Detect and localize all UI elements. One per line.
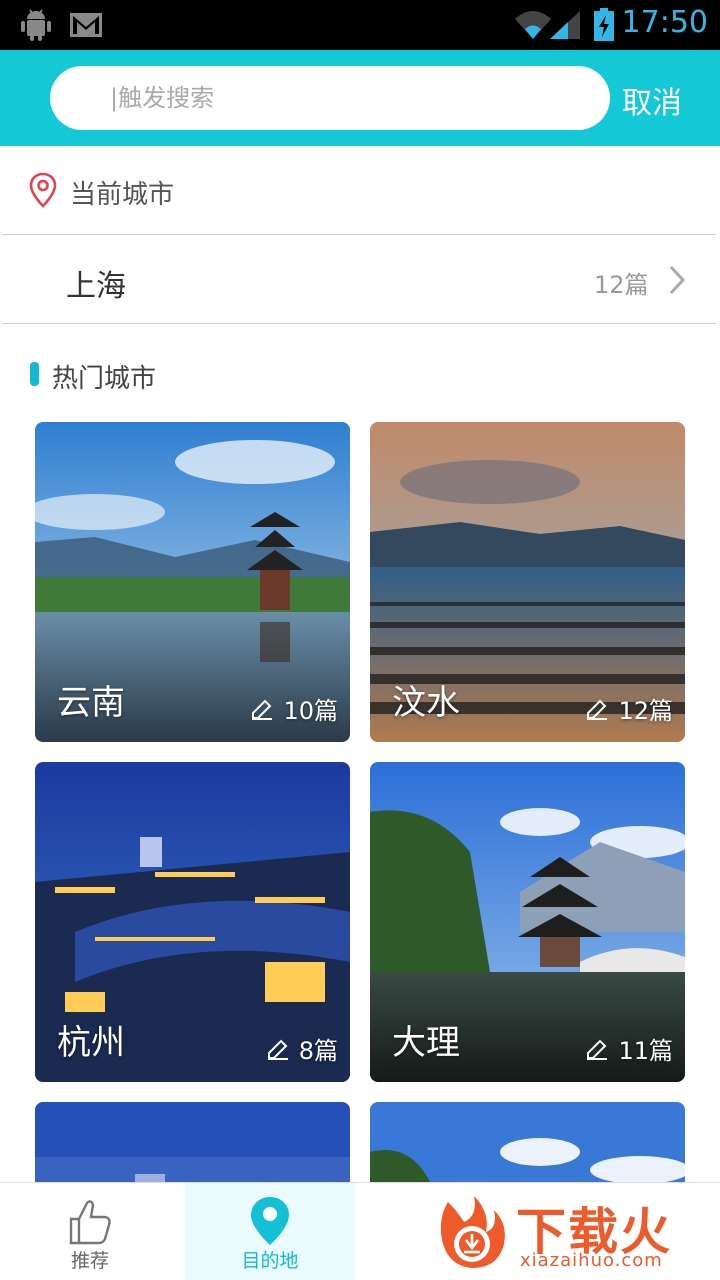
city-card-hangzhou[interactable]: 杭州 8篇 bbox=[35, 762, 350, 1082]
city-card-yunnan[interactable]: 云南 10篇 bbox=[35, 422, 350, 742]
city-card-wenshui[interactable]: 汶水 12篇 bbox=[370, 422, 685, 742]
city-card-name: 汶水 bbox=[392, 683, 460, 723]
status-time: 17:50 bbox=[621, 5, 708, 40]
battery-icon bbox=[592, 8, 616, 42]
city-card-count-text: 12篇 bbox=[618, 697, 673, 725]
city-card-count-text: 10篇 bbox=[283, 697, 338, 725]
watermark-logo bbox=[440, 1196, 505, 1268]
nav-recommend[interactable]: 推荐 bbox=[5, 1183, 175, 1280]
divider bbox=[2, 323, 716, 324]
search-box[interactable] bbox=[50, 66, 610, 130]
nav-recommend-label: 推荐 bbox=[70, 1250, 109, 1272]
thumbs-up-icon bbox=[69, 1200, 111, 1245]
hot-cities-label: 热门城市 bbox=[52, 364, 157, 394]
nav-destination-label: 目的地 bbox=[241, 1250, 299, 1272]
pencil-icon bbox=[252, 699, 273, 720]
location-pin-icon bbox=[251, 1197, 289, 1245]
watermark-url: xiazaihuo.com bbox=[520, 1250, 663, 1271]
location-icon bbox=[29, 172, 57, 208]
current-city-row[interactable]: 上海 12篇 bbox=[0, 235, 720, 323]
city-card-count: 10篇 bbox=[249, 691, 338, 726]
current-city-name: 上海 bbox=[66, 269, 126, 304]
current-city-section: 当前城市 bbox=[0, 146, 720, 234]
city-card-count: 11篇 bbox=[584, 1031, 673, 1066]
city-card-count-text: 8篇 bbox=[298, 1037, 338, 1065]
search-header: 取消 bbox=[0, 50, 720, 146]
watermark: 下载火 xiazaihuo.com bbox=[424, 1186, 720, 1280]
android-icon bbox=[18, 8, 54, 42]
pencil-icon bbox=[587, 1039, 608, 1060]
current-city-label: 当前城市 bbox=[70, 180, 175, 210]
city-card-count-text: 11篇 bbox=[618, 1037, 673, 1065]
city-card-dali[interactable]: 大理 11篇 bbox=[370, 762, 685, 1082]
signal-icon bbox=[548, 8, 582, 42]
pencil-icon bbox=[587, 699, 608, 720]
city-card-name: 杭州 bbox=[57, 1023, 125, 1063]
nav-destination[interactable]: 目的地 bbox=[185, 1183, 355, 1280]
city-card-count: 8篇 bbox=[265, 1031, 338, 1066]
city-photo bbox=[35, 1102, 350, 1182]
current-city-count: 12篇 bbox=[594, 271, 649, 299]
gmail-icon bbox=[68, 8, 104, 42]
city-card-count: 12篇 bbox=[584, 691, 673, 726]
cancel-button[interactable]: 取消 bbox=[622, 78, 682, 122]
city-card-partial[interactable] bbox=[35, 1102, 350, 1182]
status-bar: 17:50 bbox=[0, 0, 720, 50]
search-input[interactable] bbox=[110, 66, 590, 130]
city-photo bbox=[370, 1102, 685, 1182]
chevron-right-icon bbox=[669, 265, 686, 295]
pencil-icon bbox=[267, 1039, 288, 1060]
city-card-partial[interactable] bbox=[370, 1102, 685, 1182]
city-card-name: 云南 bbox=[57, 683, 125, 723]
section-marker bbox=[30, 362, 39, 386]
city-card-name: 大理 bbox=[392, 1023, 460, 1063]
